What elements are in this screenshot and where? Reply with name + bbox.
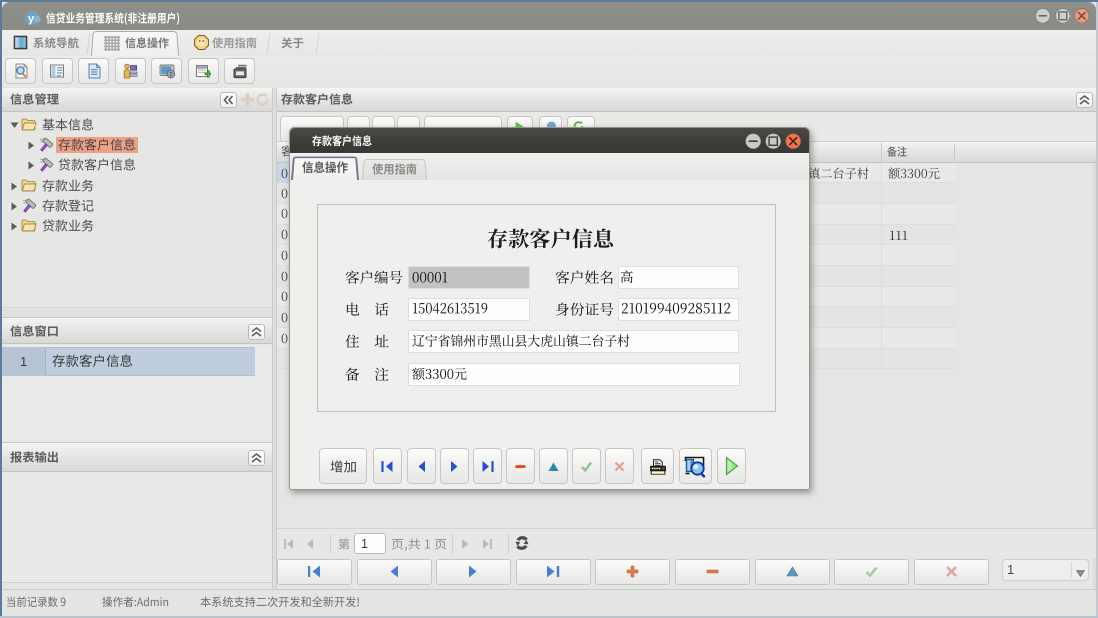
svg-text:y: y: [28, 13, 35, 25]
